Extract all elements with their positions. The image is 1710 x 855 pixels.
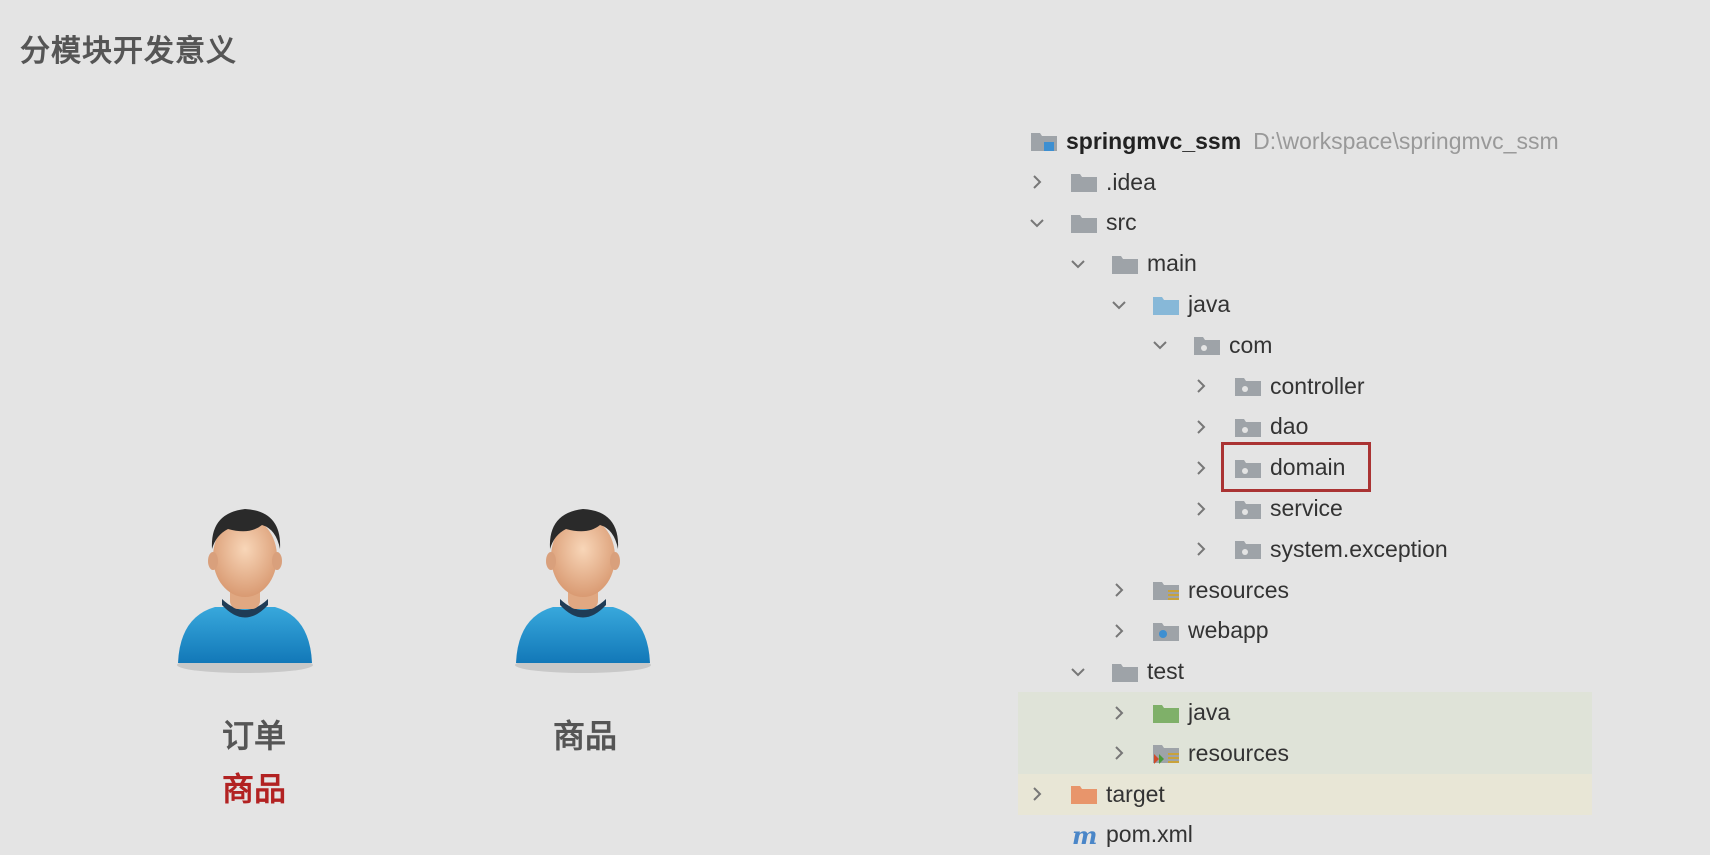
tree-item-label: system.exception <box>1270 535 1448 562</box>
test-resources-folder-icon <box>1152 742 1180 765</box>
chevron-down-icon[interactable] <box>1026 212 1048 234</box>
chevron-right-icon[interactable] <box>1190 457 1212 479</box>
tree-item-label: java <box>1188 699 1231 726</box>
folder-icon <box>1111 661 1139 683</box>
tree-root-path: D:\workspace\springmvc_ssm <box>1253 127 1559 154</box>
chevron-down-icon[interactable] <box>1149 334 1171 356</box>
chevron-down-icon[interactable] <box>1108 294 1130 316</box>
tree-item-label: resources <box>1188 739 1289 766</box>
svg-text:m: m <box>1072 824 1097 846</box>
tree-item-system-exception[interactable]: system.exception <box>1018 529 1592 570</box>
tree-item-idea[interactable]: .idea <box>1018 162 1592 203</box>
tree-item-main[interactable]: main <box>1018 243 1592 284</box>
person-label-order: 订单 <box>221 717 286 755</box>
tree-item-label: com <box>1229 331 1273 358</box>
tree-root-name: springmvc_ssm <box>1066 127 1242 154</box>
person-figure-goods <box>508 495 658 685</box>
package-icon <box>1234 538 1262 560</box>
tree-item-label: controller <box>1270 372 1365 399</box>
folder-icon <box>1070 171 1098 193</box>
person-label-goods: 商品 <box>552 717 617 755</box>
resources-folder-icon <box>1152 579 1180 601</box>
maven-icon: m <box>1070 824 1098 846</box>
tree-item-label: webapp <box>1188 617 1269 644</box>
tree-item-label: test <box>1147 658 1185 685</box>
chevron-down-icon[interactable] <box>1067 661 1089 683</box>
tree-item-label: .idea <box>1106 168 1156 195</box>
tree-item-resources[interactable]: resources <box>1018 570 1592 611</box>
tree-item-label: resources <box>1188 576 1289 603</box>
module-folder-icon <box>1030 130 1058 152</box>
chevron-right-icon[interactable] <box>1190 498 1212 520</box>
person-figure-order <box>170 495 320 685</box>
tree-item-service[interactable]: service <box>1018 488 1592 529</box>
chevron-right-icon[interactable] <box>1108 579 1130 601</box>
tree-item-controller[interactable]: controller <box>1018 366 1592 407</box>
package-icon <box>1234 375 1262 397</box>
tree-item-target[interactable]: target <box>1018 773 1592 815</box>
user-avatar-icon <box>515 509 651 673</box>
package-icon <box>1234 416 1262 438</box>
web-folder-icon <box>1152 620 1180 642</box>
page-title: 分模块开发意义 <box>20 34 237 69</box>
tree-item-java[interactable]: java <box>1018 284 1592 325</box>
domain-highlight-box <box>1221 442 1371 492</box>
tree-item-label: pom.xml <box>1106 821 1193 848</box>
chevron-right-icon[interactable] <box>1026 171 1048 193</box>
excluded-folder-icon <box>1070 783 1098 805</box>
test-source-folder-icon <box>1152 702 1180 724</box>
tree-root[interactable]: springmvc_ssm D:\workspace\springmvc_ssm <box>1018 121 1592 162</box>
chevron-down-icon[interactable] <box>1067 253 1089 275</box>
tree-item-test[interactable]: test <box>1018 651 1592 692</box>
tree-item-webapp[interactable]: webapp <box>1018 611 1592 652</box>
tree-item-label: target <box>1106 780 1165 807</box>
tree-item-label: main <box>1147 250 1197 277</box>
tree-item-label: src <box>1106 209 1137 236</box>
chevron-right-icon[interactable] <box>1026 783 1048 805</box>
package-icon <box>1193 334 1221 356</box>
package-icon <box>1234 498 1262 520</box>
folder-icon <box>1111 253 1139 275</box>
chevron-right-icon[interactable] <box>1190 416 1212 438</box>
tree-item-label: service <box>1270 495 1343 522</box>
tree-item-src[interactable]: src <box>1018 203 1592 244</box>
chevron-right-icon[interactable] <box>1108 702 1130 724</box>
folder-icon <box>1070 212 1098 234</box>
chevron-right-icon[interactable] <box>1108 742 1130 764</box>
tree-item-label: dao <box>1270 413 1309 440</box>
tree-item-label: java <box>1188 291 1231 318</box>
tree-item-test-java[interactable]: java <box>1018 692 1592 733</box>
chevron-right-icon[interactable] <box>1108 620 1130 642</box>
chevron-right-icon[interactable] <box>1190 375 1212 397</box>
tree-item-com[interactable]: com <box>1018 325 1592 366</box>
tree-item-test-resources[interactable]: resources <box>1018 732 1592 774</box>
user-avatar-icon <box>177 509 313 673</box>
source-folder-icon <box>1152 294 1180 316</box>
person-sublabel-goods: 商品 <box>221 770 286 808</box>
tree-item-pom-xml[interactable]: m pom.xml <box>1018 815 1592 855</box>
chevron-right-icon[interactable] <box>1190 538 1212 560</box>
